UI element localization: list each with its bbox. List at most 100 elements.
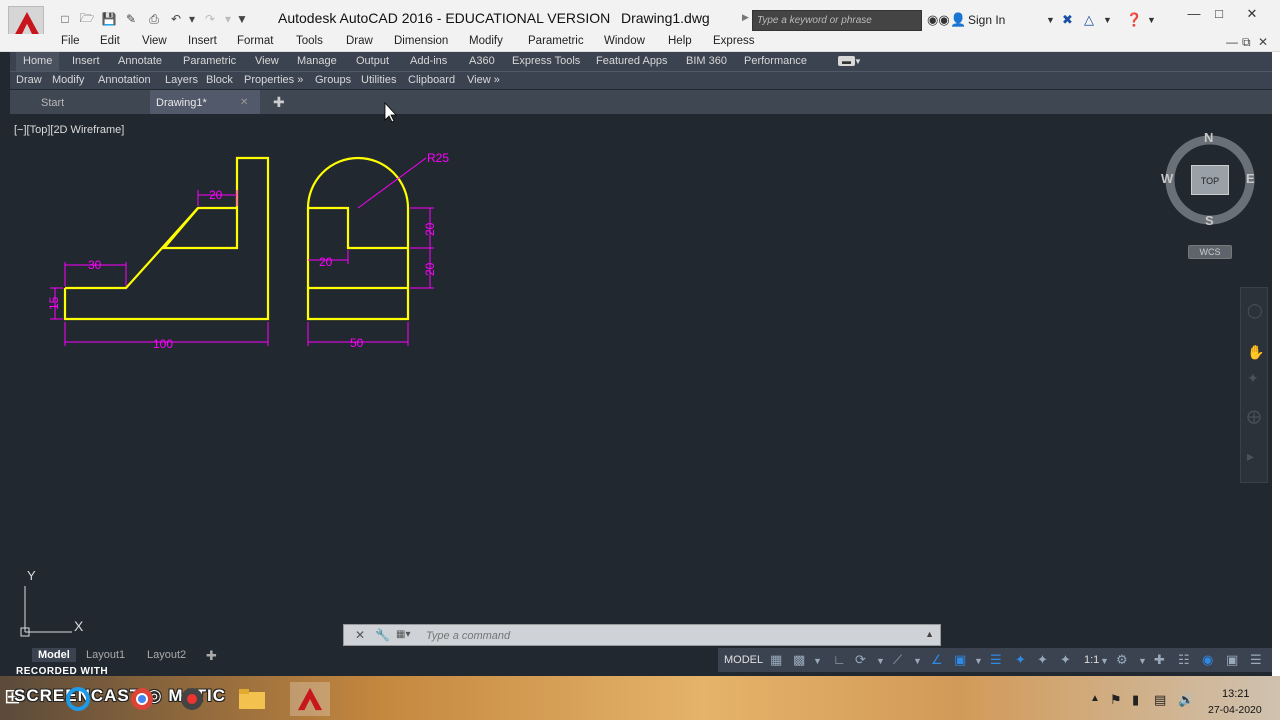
lineweight-icon[interactable]: ☰ [990, 652, 1002, 668]
command-history-icon[interactable]: ▦▾ [396, 629, 410, 640]
snap-icon[interactable]: ▩ [793, 652, 805, 668]
compass-south[interactable]: S [1205, 213, 1214, 228]
tab-output[interactable]: Output [356, 55, 389, 67]
workspace-gear-icon[interactable]: ⚙ [1116, 652, 1128, 668]
annotation-scale-icon[interactable]: ✦ [1060, 652, 1071, 668]
command-input[interactable] [426, 628, 926, 643]
tab-insert[interactable]: Insert [72, 55, 100, 67]
object-snap-tracking-icon[interactable]: ∠ [931, 652, 943, 668]
battery-icon[interactable]: ▮ [1132, 692, 1139, 708]
customize-qat-icon[interactable]: ▼ [234, 11, 250, 27]
save-as-icon[interactable]: ✎ [123, 11, 139, 27]
pan-hand-icon[interactable]: ✋ [1247, 344, 1264, 361]
compass-east[interactable]: E [1246, 171, 1255, 186]
menu-window[interactable]: Window [604, 35, 645, 47]
tab-express-tools[interactable]: Express Tools [512, 55, 580, 67]
close-tab-icon[interactable]: ✕ [240, 97, 248, 108]
annotation-visibility-icon[interactable]: ✦ [1015, 652, 1026, 668]
tab-layout2[interactable]: Layout2 [147, 649, 186, 661]
scale-dropdown-icon[interactable]: ▼ [1100, 656, 1109, 666]
new-layout-icon[interactable]: ✚ [206, 648, 217, 664]
object-snap-dropdown-icon[interactable]: ▼ [974, 656, 983, 666]
clean-screen-icon[interactable]: ▣ [1226, 652, 1238, 668]
menu-file[interactable]: File [61, 35, 80, 47]
undo-dropdown-icon[interactable]: ▾ [184, 11, 200, 27]
plot-icon[interactable]: ⎙ [146, 11, 162, 27]
ucs-icon[interactable]: Y X [18, 566, 98, 645]
panel-annotation[interactable]: Annotation [98, 74, 151, 86]
polar-icon[interactable]: ⟳ [855, 652, 866, 668]
close-icon[interactable]: ✕ [1238, 6, 1266, 22]
menu-edit[interactable]: Edit [100, 35, 120, 47]
grid-icon[interactable]: ▦ [770, 652, 782, 668]
redo-icon[interactable]: ↷ [202, 11, 218, 27]
tab-view[interactable]: View [255, 55, 279, 67]
ribbon-minimize-icon[interactable]: ▬ [838, 56, 855, 66]
polar-dropdown-icon[interactable]: ▼ [876, 656, 885, 666]
menu-express[interactable]: Express [713, 35, 755, 47]
annotation-monitor-icon[interactable]: ✚ [1154, 652, 1165, 668]
search-input[interactable]: Type a keyword or phrase [752, 10, 922, 31]
object-snap-icon[interactable]: ▣ [954, 652, 966, 668]
user-icon[interactable]: 👤 [950, 12, 966, 28]
tab-model[interactable]: Model [32, 648, 76, 662]
panel-block[interactable]: Block [206, 74, 233, 86]
showmotion-icon[interactable]: ▸ [1247, 448, 1254, 465]
ribbon-options-dropdown-icon[interactable]: ▼ [854, 57, 862, 66]
annotation-scale-value[interactable]: 1:1 [1084, 654, 1099, 666]
tab-home[interactable]: Home [16, 52, 60, 73]
exchange-apps-icon[interactable]: ✖ [1062, 12, 1073, 28]
tab-performance[interactable]: Performance [744, 55, 807, 67]
tab-start[interactable]: Start [41, 90, 64, 114]
tab-featured-apps[interactable]: Featured Apps [596, 55, 668, 67]
workspace-dropdown-icon[interactable]: ▼ [1138, 656, 1147, 666]
sign-in-button[interactable]: Sign In [968, 13, 1005, 27]
panel-groups[interactable]: Groups [315, 74, 351, 86]
compass-west[interactable]: W [1161, 171, 1173, 186]
clock-date[interactable]: 27-04-2020 [1208, 704, 1262, 716]
new-tab-icon[interactable]: ✚ [273, 94, 285, 111]
compass-north[interactable]: N [1204, 130, 1213, 145]
viewport-controls[interactable]: [−][Top][2D Wireframe] [14, 124, 124, 136]
menu-modify[interactable]: Modify [469, 35, 503, 47]
viewcube-top-face[interactable]: TOP [1191, 165, 1229, 195]
screen-recorder-taskbar-icon[interactable] [172, 682, 212, 716]
minimize-icon[interactable]: — [1180, 6, 1208, 21]
units-icon[interactable]: ☷ [1178, 652, 1190, 668]
network-icon[interactable]: ▤ [1154, 692, 1166, 708]
panel-layers[interactable]: Layers [165, 74, 198, 86]
autodesk-360-icon[interactable]: △ [1084, 12, 1094, 28]
model-space-button[interactable]: MODEL [724, 654, 763, 666]
isodraft-dropdown-icon[interactable]: ▼ [913, 656, 922, 666]
steering-wheel-icon[interactable]: ◯ [1247, 302, 1263, 319]
tab-add-ins[interactable]: Add-ins [410, 55, 447, 67]
help-icon[interactable]: ❓ [1126, 12, 1142, 28]
customization-menu-icon[interactable]: ☰ [1250, 652, 1262, 668]
doc-close-icon[interactable]: ✕ [1258, 35, 1268, 49]
orbit-icon[interactable]: ⨁ [1247, 408, 1261, 425]
binoculars-icon[interactable]: ◉◉ [927, 12, 950, 28]
tab-bim-360[interactable]: BIM 360 [686, 55, 727, 67]
tab-a360[interactable]: A360 [469, 55, 495, 67]
isolate-objects-icon[interactable]: ◉ [1202, 652, 1213, 668]
drawing-viewport[interactable] [10, 114, 1272, 650]
menu-parametric[interactable]: Parametric [528, 35, 584, 47]
snap-dropdown-icon[interactable]: ▼ [813, 656, 822, 666]
menu-help[interactable]: Help [668, 35, 692, 47]
undo-icon[interactable]: ↶ [168, 11, 184, 27]
clock-time[interactable]: 13:21 [1222, 688, 1250, 700]
new-file-icon[interactable]: □ [57, 11, 73, 27]
command-close-icon[interactable]: ✕ [355, 628, 365, 642]
autocad-taskbar-icon[interactable] [290, 682, 330, 716]
zoom-extents-icon[interactable]: ✦ [1247, 370, 1259, 387]
panel-view[interactable]: View » [467, 74, 500, 86]
save-icon[interactable]: 💾 [101, 11, 117, 27]
panel-draw[interactable]: Draw [16, 74, 42, 86]
tab-layout1[interactable]: Layout1 [86, 649, 125, 661]
tab-parametric[interactable]: Parametric [183, 55, 236, 67]
auto-scale-icon[interactable]: ✦ [1037, 652, 1048, 668]
open-file-icon[interactable]: 🗁 [79, 11, 95, 27]
maximize-icon[interactable]: □ [1205, 6, 1233, 21]
menu-tools[interactable]: Tools [296, 35, 323, 47]
tab-manage[interactable]: Manage [297, 55, 337, 67]
